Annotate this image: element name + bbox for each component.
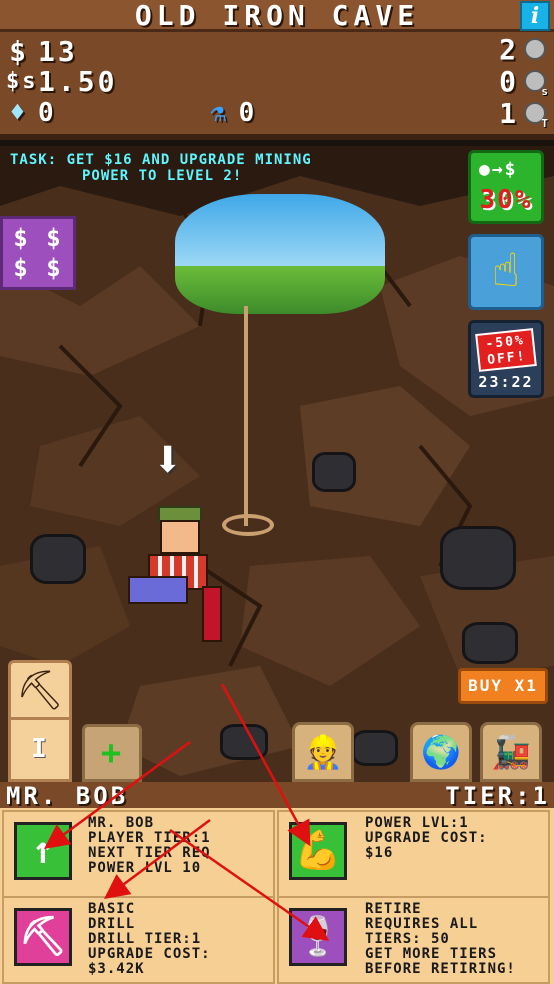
train-tab-button[interactable]: 🚂: [480, 722, 542, 782]
dollar-icon: $: [9, 34, 29, 68]
ore-small-icon: s: [524, 70, 548, 98]
ore-count-1: 2: [499, 32, 518, 66]
rate-value: 1.50: [38, 64, 118, 98]
sale-tag: -50% OFF!: [475, 328, 537, 372]
potions-value: 0: [238, 98, 258, 128]
retire-card[interactable]: 🍷 RETIRE REQUIRES ALL TIERS: 50 GET MORE…: [277, 896, 550, 984]
money-shop-button[interactable]: $ $ $ $: [0, 216, 76, 290]
ore-stat-2: 0 s: [499, 64, 548, 99]
power-upgrade-card[interactable]: 💪 POWER LVL:1 UPGRADE COST: $16: [277, 810, 550, 898]
task-text: TASK: GET $16 AND UPGRADE MINING POWER T…: [10, 152, 450, 184]
manager-tab-button[interactable]: 👷: [292, 722, 354, 782]
rate-stat: $s 1.50: [6, 64, 118, 98]
train-icon: 🚂: [491, 733, 531, 771]
pickaxe-icon: ⛏: [14, 908, 72, 966]
ore-to-cash-icon: ●→$: [479, 159, 518, 180]
ore-stat-1: 2: [499, 32, 546, 66]
rope: [244, 306, 248, 526]
potion-icon: ⚗: [210, 98, 229, 128]
sell-boost-button[interactable]: ●→$ 30%: [468, 150, 544, 224]
money-stat: $ 13: [6, 34, 78, 68]
pointing-hand-icon: ☝: [492, 243, 520, 297]
ore-count-3: 1: [499, 96, 518, 130]
rate-icon: $s: [6, 68, 39, 94]
ore-tier-icon: T: [524, 102, 548, 130]
sell-boost-percent: 30%: [479, 185, 533, 215]
player-tier-card[interactable]: ↑ MR. BOB PLAYER TIER:1 NEXT TIER REQ PO…: [2, 810, 275, 898]
tier-label: TIER:1: [445, 782, 550, 810]
gems-value: 0: [38, 98, 57, 128]
ore-count-2: 0: [499, 64, 518, 98]
header: OLD IRON CAVE i $ 13 $s 1.50 ♦ 0 ⚗ 0 2 0…: [0, 0, 554, 140]
sale-offer-button[interactable]: -50% OFF! 23:22: [468, 320, 544, 398]
drill-icon: [202, 586, 222, 642]
info-button[interactable]: i: [520, 1, 550, 31]
add-miner-button[interactable]: +: [82, 724, 142, 782]
manager-icon: 👷: [303, 733, 343, 771]
dollar-grid-icon: $ $ $ $: [13, 224, 63, 282]
cave-title: OLD IRON CAVE: [134, 0, 420, 32]
ore-rock[interactable]: [462, 622, 518, 664]
globe-icon: 🌍: [421, 733, 461, 771]
player-tier-text: MR. BOB PLAYER TIER:1 NEXT TIER REQ POWE…: [88, 815, 211, 876]
ore-rock[interactable]: [312, 452, 356, 492]
miner-head: [160, 520, 200, 554]
task-line-1: TASK: GET $16 AND UPGRADE MINING: [10, 152, 312, 168]
ore-rock[interactable]: [440, 526, 516, 590]
panel-header: MR. BOB TIER:1: [0, 782, 554, 810]
gems-potions-stat: ♦ 0 ⚗ 0: [6, 98, 257, 128]
rope-loop: [222, 514, 274, 536]
ore-stat-3: 1 T: [499, 96, 548, 131]
cave-scene[interactable]: TASK: GET $16 AND UPGRADE MINING POWER T…: [0, 146, 554, 782]
drill-upgrade-text: BASIC DRILL DRILL TIER:1 UPGRADE COST: $…: [88, 901, 211, 977]
ore-rock[interactable]: [30, 534, 86, 584]
goblet-icon: 🍷: [289, 908, 347, 966]
sale-timer: 23:22: [478, 373, 534, 391]
miner-pants: [128, 576, 188, 604]
tier-up-arrow-icon: ↑: [14, 822, 72, 880]
task-line-2: POWER TO LEVEL 2!: [82, 168, 243, 184]
character-name: MR. BOB: [6, 782, 129, 810]
miner-slot-1[interactable]: I: [8, 720, 72, 782]
flexed-arm-icon: 💪: [289, 822, 347, 880]
ore-rock[interactable]: [220, 724, 268, 760]
upgrade-panel: MR. BOB TIER:1 ↑ MR. BOB PLAYER TIER:1 N…: [0, 782, 554, 984]
power-upgrade-text: POWER LVL:1 UPGRADE COST: $16: [365, 815, 488, 861]
down-arrow-icon: ⬇: [152, 430, 184, 490]
money-value: 13: [38, 34, 78, 68]
auto-tap-button[interactable]: ☝: [468, 234, 544, 310]
retire-text: RETIRE REQUIRES ALL TIERS: 50 GET MORE T…: [365, 901, 516, 977]
diamond-icon: ♦: [9, 98, 29, 128]
pickaxe-icon: ⛏: [15, 668, 65, 712]
title-bar: OLD IRON CAVE i: [0, 0, 554, 32]
drill-upgrade-card[interactable]: ⛏ BASIC DRILL DRILL TIER:1 UPGRADE COST:…: [2, 896, 275, 984]
cave-opening-sky: [175, 194, 385, 314]
ore-rock[interactable]: [352, 730, 398, 766]
pickaxe-tab-button[interactable]: ⛏: [8, 660, 72, 720]
ore-icon: [524, 38, 546, 60]
buy-multiplier-button[interactable]: BUY X1: [458, 668, 548, 704]
miner-character[interactable]: [128, 506, 228, 642]
world-map-tab-button[interactable]: 🌍: [410, 722, 472, 782]
